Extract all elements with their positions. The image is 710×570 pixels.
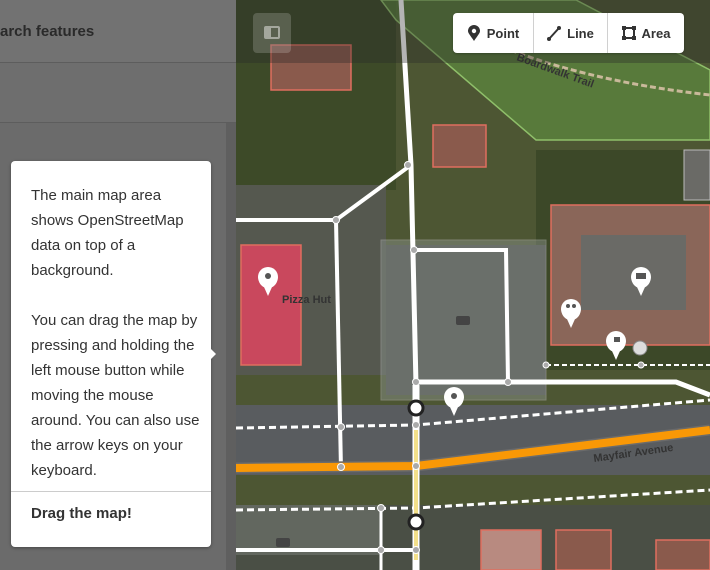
tooltip-divider (11, 491, 211, 492)
point-pin-icon (467, 25, 480, 41)
sidebar-scrollbar[interactable] (226, 123, 236, 570)
add-area-label: Area (641, 25, 671, 41)
entrance-marker-icon[interactable] (632, 340, 648, 356)
feature-search-bar[interactable]: arch features (0, 0, 236, 63)
line-icon (547, 26, 562, 41)
search-features-label: arch features (0, 23, 95, 40)
add-line-label: Line (567, 25, 594, 41)
layers-icon (264, 26, 280, 39)
tooltip-action-text: Drag the map! (31, 505, 132, 522)
tooltip-arrow (209, 347, 216, 361)
walkthrough-tooltip: The main map area shows OpenStreetMap da… (11, 161, 211, 547)
add-line-button[interactable]: Line (533, 13, 607, 53)
add-area-button[interactable]: Area (607, 13, 684, 53)
feature-list-row[interactable] (0, 63, 236, 123)
pizza-hut-label: Pizza Hut (282, 294, 331, 306)
add-point-button[interactable]: Point (453, 13, 533, 53)
background-panel-button[interactable] (253, 13, 291, 53)
map-area[interactable]: Pizza Hut Mayfair Avenue Boardwalk Trail (236, 0, 710, 570)
tooltip-paragraph-instructions: You can drag the map by pressing and hol… (31, 312, 200, 479)
map-canvas[interactable]: Pizza Hut Mayfair Avenue Boardwalk Trail (236, 0, 710, 570)
tooltip-body: The main map area shows OpenStreetMap da… (31, 183, 201, 483)
add-point-label: Point (486, 25, 520, 41)
tooltip-paragraph-intro: The main map area shows OpenStreetMap da… (31, 187, 184, 279)
area-icon (621, 26, 636, 40)
add-feature-mode-group: Point Line Area (453, 13, 684, 53)
